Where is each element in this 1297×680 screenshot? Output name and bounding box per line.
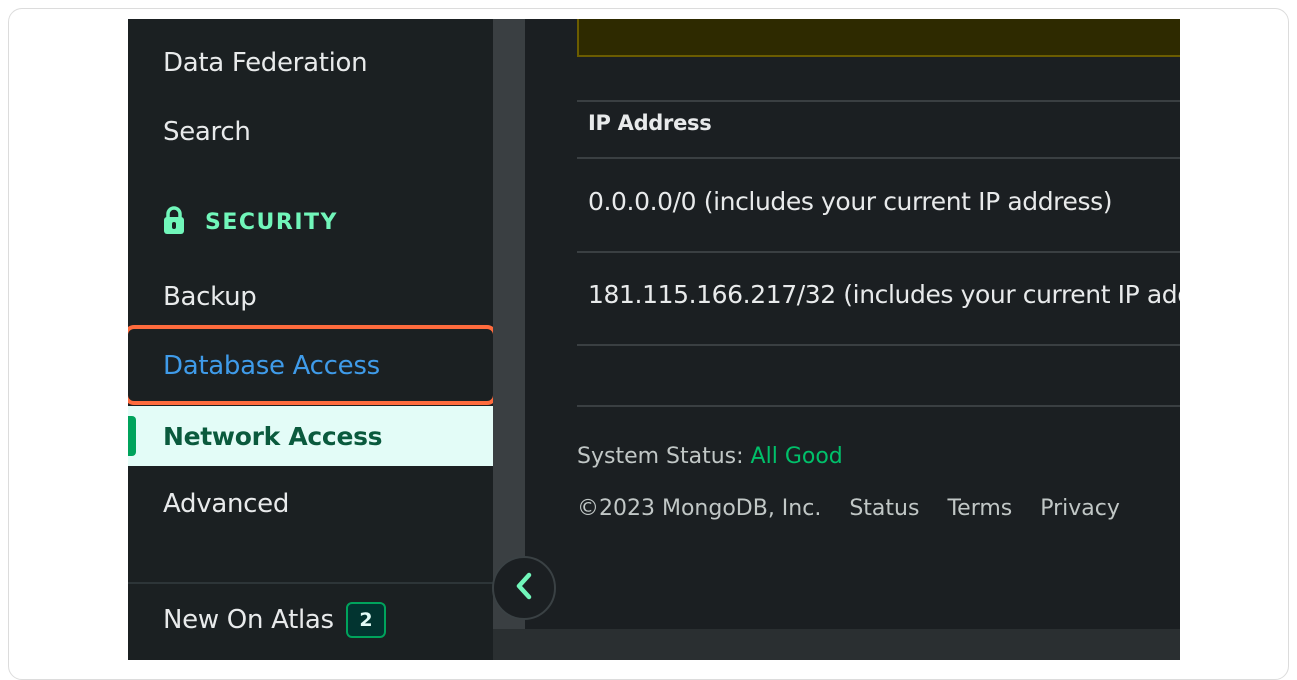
table-row: 181.115.166.217/32 (includes your curren… bbox=[588, 280, 1180, 309]
footer: ©2023 MongoDB, Inc. Status Terms Privacy bbox=[577, 496, 1120, 521]
sidebar-divider bbox=[128, 582, 493, 584]
column-header-ip-address: IP Address bbox=[588, 111, 712, 135]
sidebar-item-label: Backup bbox=[163, 282, 257, 312]
count-badge: 2 bbox=[345, 602, 386, 638]
sidebar-item-label: Data Federation bbox=[163, 48, 368, 78]
row-divider bbox=[577, 344, 1180, 346]
new-on-atlas-label: New On Atlas bbox=[163, 605, 334, 635]
system-status-link[interactable]: All Good bbox=[751, 444, 843, 469]
sidebar-item-data-federation[interactable]: Data Federation bbox=[128, 33, 493, 93]
sidebar-item-advanced[interactable]: Advanced bbox=[128, 474, 493, 534]
table-row: 0.0.0.0/0 (includes your current IP addr… bbox=[588, 187, 1113, 216]
sidebar-gutter bbox=[493, 19, 525, 629]
active-indicator bbox=[128, 416, 136, 456]
sidebar-item-label: Advanced bbox=[163, 489, 290, 519]
table-bottom-border bbox=[577, 405, 1180, 407]
main-content: IP Address 0.0.0.0/0 (includes your curr… bbox=[525, 19, 1180, 629]
copyright: ©2023 MongoDB, Inc. bbox=[577, 496, 822, 521]
footer-link-privacy[interactable]: Privacy bbox=[1040, 496, 1120, 521]
app-window: Data Federation Search SECURITY Backup D… bbox=[128, 19, 1180, 660]
sidebar-item-backup[interactable]: Backup bbox=[128, 267, 493, 327]
sidebar-item-label: Search bbox=[163, 117, 251, 147]
system-status: System Status: All Good bbox=[577, 444, 843, 469]
section-label: SECURITY bbox=[205, 209, 338, 235]
footer-link-terms[interactable]: Terms bbox=[947, 496, 1012, 521]
collapse-sidebar-button[interactable] bbox=[492, 556, 556, 620]
highlight-box bbox=[128, 325, 497, 405]
warning-banner bbox=[577, 19, 1180, 57]
row-divider bbox=[577, 251, 1180, 253]
new-on-atlas-button[interactable]: New On Atlas 2 bbox=[163, 597, 386, 643]
system-status-label: System Status: bbox=[577, 444, 744, 469]
lock-icon bbox=[163, 205, 185, 239]
footer-link-status[interactable]: Status bbox=[849, 496, 919, 521]
sidebar-item-label: Network Access bbox=[163, 421, 383, 451]
sidebar-item-network-access[interactable]: Network Access bbox=[128, 406, 493, 466]
security-section-header: SECURITY bbox=[163, 202, 338, 242]
table-top-border bbox=[577, 100, 1180, 102]
table-header-border bbox=[577, 157, 1180, 159]
bottom-strip bbox=[493, 629, 1180, 660]
sidebar-item-search[interactable]: Search bbox=[128, 102, 493, 162]
chevron-left-icon bbox=[514, 572, 534, 604]
